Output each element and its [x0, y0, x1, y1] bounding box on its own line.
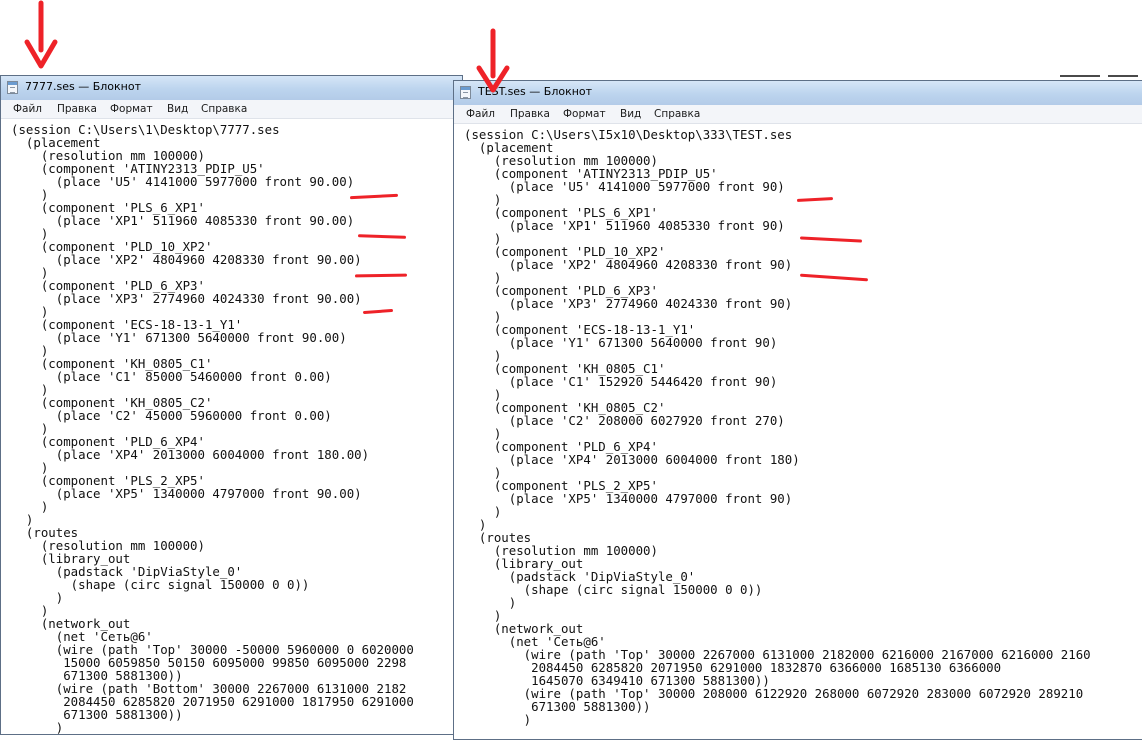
red-arrow-icon — [476, 28, 510, 93]
menu-view[interactable]: Вид — [167, 103, 188, 115]
text-editor[interactable]: (session C:\Users\1\Desktop\7777.ses (pl… — [1, 119, 462, 734]
red-arrow-icon — [24, 0, 58, 69]
window-title: 7777.ses — Блокнот — [25, 80, 141, 93]
menu-help[interactable]: Справка — [201, 103, 247, 115]
menu-bar: Файл Правка Формат Вид Справка — [454, 105, 1142, 124]
notepad-window-test[interactable]: TEST.ses — Блокнот Файл Правка Формат Ви… — [453, 80, 1142, 740]
menu-format[interactable]: Формат — [563, 108, 606, 120]
title-bar[interactable]: 7777.ses — Блокнот — [1, 76, 462, 101]
decorative-dash — [1060, 75, 1100, 77]
decorative-dash — [1108, 75, 1138, 77]
menu-help[interactable]: Справка — [654, 108, 700, 120]
menu-bar: Файл Правка Формат Вид Справка — [1, 100, 462, 119]
notepad-window-7777[interactable]: 7777.ses — Блокнот Файл Правка Формат Ви… — [0, 75, 463, 735]
text-editor[interactable]: (session C:\Users\I5x10\Desktop\333\TEST… — [454, 124, 1142, 739]
file-content: (session C:\Users\1\Desktop\7777.ses (pl… — [11, 122, 414, 735]
menu-file[interactable]: Файл — [466, 108, 495, 120]
file-content: (session C:\Users\I5x10\Desktop\333\TEST… — [464, 127, 1091, 727]
notepad-icon — [7, 81, 18, 94]
menu-file[interactable]: Файл — [13, 103, 42, 115]
menu-edit[interactable]: Правка — [510, 108, 550, 120]
menu-format[interactable]: Формат — [110, 103, 153, 115]
title-bar[interactable]: TEST.ses — Блокнот — [454, 81, 1142, 106]
menu-edit[interactable]: Правка — [57, 103, 97, 115]
menu-view[interactable]: Вид — [620, 108, 641, 120]
